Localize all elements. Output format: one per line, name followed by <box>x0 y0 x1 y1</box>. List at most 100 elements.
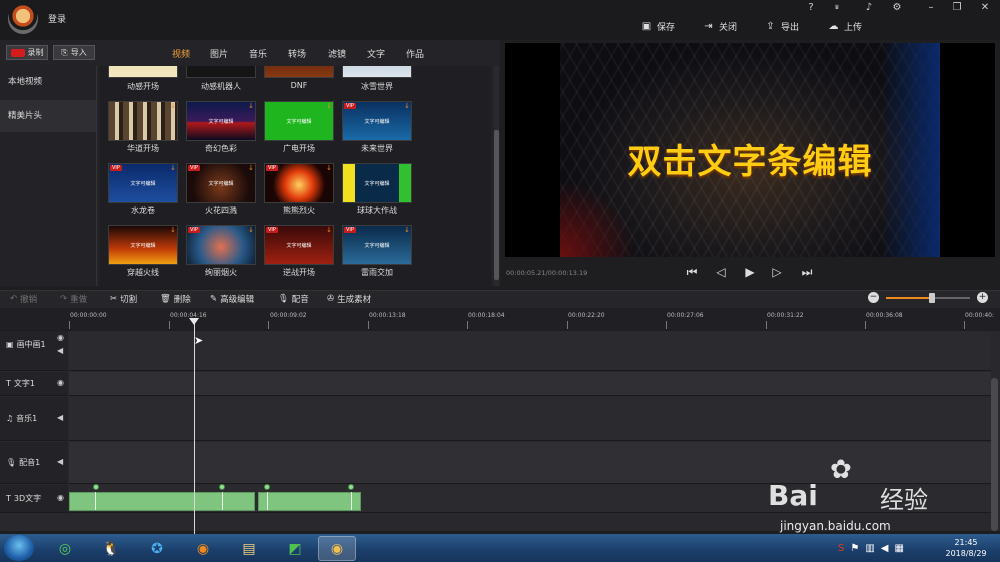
volume-icon[interactable]: ◀ <box>881 543 889 554</box>
eye-icon[interactable]: ◉ <box>57 333 64 342</box>
login-link[interactable]: 登录 <box>48 12 66 25</box>
template-thumb[interactable] <box>342 66 412 78</box>
qq-icon[interactable]: 🐧 <box>92 536 130 561</box>
next-frame-icon[interactable]: ▷ <box>770 265 784 279</box>
sidebar-item-local-video[interactable]: 本地视频 <box>0 66 96 98</box>
sogou-icon[interactable]: S <box>838 543 844 554</box>
keyframe-marker[interactable] <box>264 484 270 490</box>
track-header-pip[interactable]: ▣ 画中画1 ◉ ◀ <box>0 331 68 371</box>
playhead-handle[interactable] <box>189 318 199 325</box>
import-icon: ⎘ <box>61 47 68 57</box>
advanced-edit-button[interactable]: ✎ 高级编辑 <box>210 293 254 305</box>
keyframe-marker[interactable] <box>93 484 99 490</box>
eye-icon[interactable]: ◉ <box>57 378 64 387</box>
track-lane-text[interactable] <box>69 372 991 396</box>
preview-caption[interactable]: 双击文字条编辑 <box>560 134 940 183</box>
upload-button[interactable]: ☁ 上传 <box>828 18 863 34</box>
browser-360-icon[interactable]: ◎ <box>46 536 84 561</box>
track-header-text[interactable]: T 文字1 ◉ <box>0 372 68 396</box>
template-thumb[interactable]: VIP 文字可编辑 ↓ <box>342 101 412 141</box>
speaker-icon[interactable]: ◀ <box>57 413 63 422</box>
skip-end-icon[interactable]: ⏭ <box>800 265 814 279</box>
zoom-slider-handle[interactable] <box>929 293 935 303</box>
track-lane-dub[interactable] <box>69 442 991 484</box>
close-project-button[interactable]: ⇥ 关闭 <box>703 18 737 34</box>
template-thumb[interactable]: VIP 文字可编辑 ↓ <box>186 163 256 203</box>
record-button[interactable]: 录制 <box>6 45 48 60</box>
template-label: 雷雨交加 <box>361 268 393 277</box>
template-thumb[interactable]: VIP 文字可编辑 ↓ <box>264 225 334 265</box>
track-lane-music[interactable] <box>69 397 991 441</box>
dub-button[interactable]: 🎙 配音 <box>278 293 309 305</box>
minimize-icon[interactable]: – <box>924 2 938 14</box>
track-lane-pip[interactable] <box>69 331 991 371</box>
template-thumb[interactable]: VIP ↓ <box>264 163 334 203</box>
redo-button[interactable]: ↷ 重做 <box>60 293 87 305</box>
library-scrollbar-thumb[interactable] <box>494 130 499 280</box>
screen-app-icon[interactable]: ◩ <box>276 536 314 561</box>
start-button[interactable] <box>4 535 34 561</box>
keyframe-marker[interactable] <box>348 484 354 490</box>
export-icon: ⇪ <box>766 20 775 32</box>
track-header-music[interactable]: ♫ 音乐1 ◀ <box>0 397 68 441</box>
save-button[interactable]: ▣ 保存 <box>641 18 675 34</box>
media-player-icon[interactable]: ✪ <box>138 536 176 561</box>
bell-icon[interactable]: ♪ <box>862 2 876 14</box>
template-thumb[interactable]: 文字可编辑 <box>342 163 412 203</box>
timeline-scrollbar[interactable] <box>991 378 998 531</box>
zoom-in-icon[interactable]: + <box>977 292 988 303</box>
generate-button[interactable]: ✇ 生成素材 <box>327 293 371 305</box>
template-thumb[interactable]: 文字可编辑 ↓ <box>186 101 256 141</box>
undo-button[interactable]: ↶ 撤销 <box>10 293 37 305</box>
tab-text[interactable]: 文字 <box>367 47 385 60</box>
help-icon[interactable]: ? <box>804 2 818 14</box>
play-icon[interactable]: ▶ <box>743 265 757 279</box>
tab-video[interactable]: 视频 <box>172 47 190 60</box>
firefox-icon[interactable]: ◉ <box>184 536 222 561</box>
zoom-out-icon[interactable]: − <box>868 292 879 303</box>
template-thumb[interactable]: VIP 文字可编辑 ↓ <box>108 163 178 203</box>
playhead[interactable] <box>194 322 195 534</box>
track-header-dub[interactable]: 🎙 配音1 ◀ <box>0 442 68 484</box>
sidebar-item-intros[interactable]: 精美片头 <box>0 100 96 132</box>
input-icon[interactable]: ▦ <box>894 543 903 554</box>
speaker-icon[interactable]: ◀ <box>57 346 63 355</box>
template-thumb[interactable] <box>108 66 178 78</box>
timeline-clip[interactable] <box>69 492 255 511</box>
template-label: 广电开场 <box>283 144 315 153</box>
template-text: 文字可编辑 <box>364 119 390 125</box>
folder-icon[interactable]: ▤ <box>230 536 268 561</box>
template-thumb[interactable] <box>264 66 334 78</box>
tab-music[interactable]: 音乐 <box>249 47 267 60</box>
gear-icon[interactable]: ⚙ <box>890 2 904 14</box>
vip-badge: VIP <box>266 227 278 233</box>
vip-icon[interactable]: ♛ <box>830 2 844 14</box>
taskbar-clock[interactable]: 21:45 2018/8/29 <box>940 537 992 559</box>
maximize-icon[interactable]: ❐ <box>950 2 964 14</box>
prev-frame-icon[interactable]: ◁ <box>714 265 728 279</box>
video-editor-taskbar-icon[interactable]: ◉ <box>318 536 356 561</box>
tab-transition[interactable]: 转场 <box>288 47 306 60</box>
close-icon[interactable]: ✕ <box>978 2 992 14</box>
network-icon[interactable]: ▥ <box>865 543 874 554</box>
export-button[interactable]: ⇪ 导出 <box>765 18 799 34</box>
template-thumb[interactable]: VIP ↓ <box>186 225 256 265</box>
tab-filter[interactable]: 滤镜 <box>328 47 346 60</box>
eye-icon[interactable]: ◉ <box>57 493 64 502</box>
template-thumb[interactable] <box>186 66 256 78</box>
template-thumb[interactable]: VIP 文字可编辑 ↓ <box>342 225 412 265</box>
template-thumb[interactable]: ↓ <box>108 101 178 141</box>
tab-works[interactable]: 作品 <box>406 47 424 60</box>
template-thumb[interactable]: 文字可编辑 ↓ <box>108 225 178 265</box>
tab-image[interactable]: 图片 <box>210 47 228 60</box>
import-button[interactable]: ⎘ 导入 <box>53 45 95 60</box>
skip-start-icon[interactable]: ⏮ <box>685 265 699 279</box>
timeline-clip[interactable] <box>258 492 361 511</box>
cut-button[interactable]: ✂ 切割 <box>110 293 137 305</box>
tray-flag-icon[interactable]: ⚑ <box>850 543 859 554</box>
speaker-icon[interactable]: ◀ <box>57 457 63 466</box>
track-header-3dtext[interactable]: T 3D文字 ◉ <box>0 485 68 513</box>
keyframe-marker[interactable] <box>219 484 225 490</box>
template-thumb[interactable]: 文字可编辑 ↓ <box>264 101 334 141</box>
delete-button[interactable]: 🗑 删除 <box>160 293 191 305</box>
